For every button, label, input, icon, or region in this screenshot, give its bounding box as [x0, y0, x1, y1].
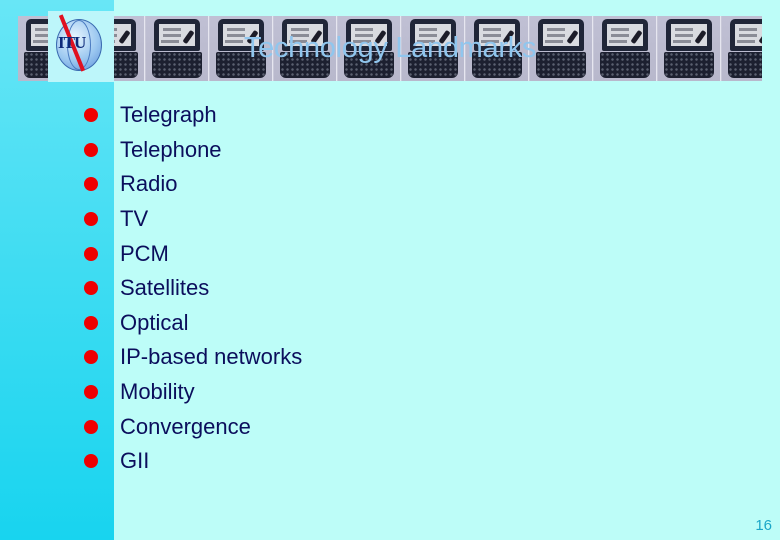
list-item: IP-based networks [84, 340, 302, 375]
list-item: PCM [84, 236, 302, 271]
bullet-text: Satellites [120, 275, 210, 301]
red-dot-icon [84, 281, 98, 296]
bullet-text: Radio [120, 171, 178, 197]
red-dot-icon [84, 212, 98, 227]
red-dot-icon [84, 315, 98, 330]
list-item: TV [84, 202, 302, 237]
red-dot-icon [84, 385, 98, 400]
bullet-list: Telegraph Telephone Radio TV PCM Satellites Op… [84, 98, 302, 479]
list-item: Mobility [84, 375, 302, 410]
red-dot-icon [84, 419, 98, 434]
bullet-text: Telephone [120, 136, 222, 162]
list-item: Optical [84, 306, 302, 341]
list-item: Satellites [84, 271, 302, 306]
red-dot-icon [84, 350, 98, 365]
bullet-text: Convergence [120, 413, 251, 439]
list-item: Radio [84, 167, 302, 202]
red-dot-icon [84, 246, 98, 261]
list-item: GII [84, 444, 302, 479]
list-item: Telegraph [84, 98, 302, 133]
red-dot-icon [84, 108, 98, 123]
bullet-text: Optical [120, 309, 189, 335]
bullet-text: Mobility [120, 379, 195, 405]
red-dot-icon [84, 142, 98, 157]
red-dot-icon [84, 177, 98, 192]
bullet-text: Telegraph [120, 102, 217, 128]
bullet-text: GII [120, 448, 150, 474]
list-item: Telephone [84, 133, 302, 168]
bullet-text: PCM [120, 240, 169, 266]
list-item: Convergence [84, 409, 302, 444]
page-number: 16 [755, 517, 772, 534]
slide-title: Technology Landmarks [243, 32, 537, 64]
bullet-text: TV [120, 206, 149, 232]
bullet-text: IP-based networks [120, 344, 303, 370]
red-dot-icon [84, 454, 98, 469]
